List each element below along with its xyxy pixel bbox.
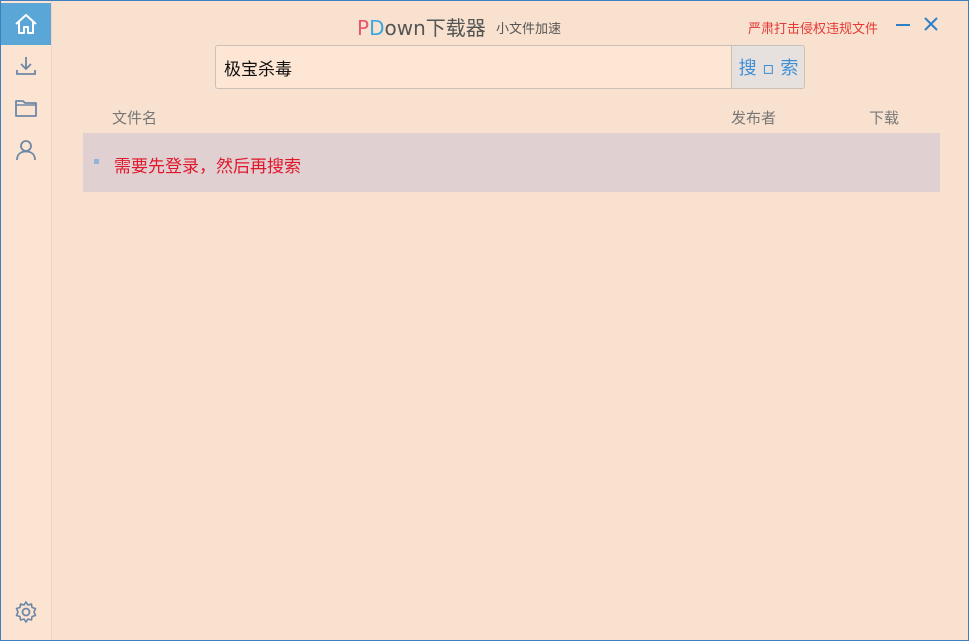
close-icon [924,17,938,31]
column-header-publisher[interactable]: 发布者 [731,107,776,128]
column-header-download[interactable]: 下载 [869,107,899,128]
sidebar-item-home[interactable] [1,3,51,45]
title-bar: PDown下载器 小文件加速 严肃打击侵权违规文件 [52,1,968,45]
user-icon [16,140,36,161]
minimize-button[interactable] [894,15,912,33]
search-button[interactable]: 搜 ▫ 索 [731,46,804,88]
folder-icon [15,100,37,117]
sidebar-item-downloads[interactable] [1,45,51,87]
sidebar [1,1,52,640]
search-box: 搜 ▫ 索 [215,45,805,89]
login-required-message: 需要先登录，然后再搜索 [114,157,301,177]
app-subtitle: 小文件加速 [496,22,562,37]
minimize-icon [896,24,910,26]
table-row[interactable]: 需要先登录，然后再搜索 [83,133,940,192]
sidebar-item-files[interactable] [1,87,51,129]
app-title-p: P [357,16,370,40]
close-button[interactable] [922,15,940,33]
home-icon [15,14,37,34]
search-input[interactable] [216,46,726,88]
app-window: PDown下载器 小文件加速 严肃打击侵权违规文件 搜 ▫ 索 文件名 发布者 … [0,0,969,641]
row-bullet-icon [94,159,99,164]
column-header-filename[interactable]: 文件名 [112,107,157,128]
app-title: PDown下载器 [357,12,486,41]
sidebar-item-account[interactable] [1,129,51,171]
sidebar-item-settings[interactable] [1,591,51,633]
download-icon [16,57,36,75]
app-title-rest: own下载器 [384,16,486,40]
app-title-d: D [369,16,385,40]
gear-icon [15,601,37,623]
warning-link[interactable]: 严肃打击侵权违规文件 [748,18,878,37]
